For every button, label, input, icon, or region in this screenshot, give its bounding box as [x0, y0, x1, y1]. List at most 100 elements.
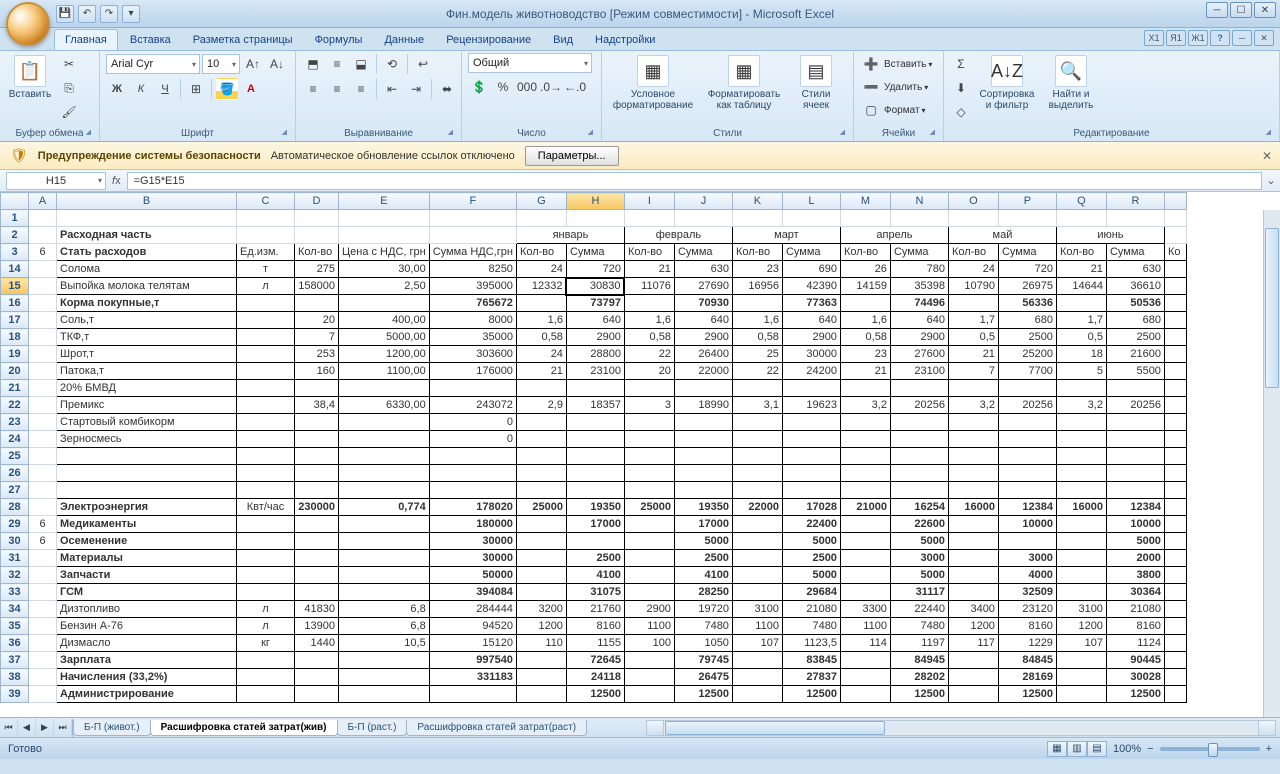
ribbon-g1-icon[interactable]: Ж1	[1188, 30, 1208, 46]
italic-icon[interactable]: К	[130, 78, 152, 100]
shrink-font-icon[interactable]: A↓	[266, 53, 288, 75]
page-layout-view-icon[interactable]: ▥	[1067, 741, 1087, 757]
sheet-tab[interactable]: Расшифровка статей затрат(раст)	[406, 720, 587, 736]
bold-icon[interactable]: Ж	[106, 78, 128, 100]
find-select-button[interactable]: 🔍Найти и выделить	[1042, 53, 1100, 113]
format-painter-icon[interactable]: 🖌	[58, 101, 80, 123]
formula-input[interactable]: =G15*E15	[127, 172, 1262, 190]
redo-icon[interactable]: ↷	[100, 5, 118, 23]
group-align: Выравнивание	[302, 126, 455, 141]
help-icon[interactable]: ?	[1210, 30, 1230, 46]
cut-icon[interactable]: ✂	[58, 53, 80, 75]
minimize-button[interactable]: ─	[1206, 2, 1228, 18]
copy-icon[interactable]: ⎘	[58, 77, 80, 99]
security-message: Автоматическое обновление ссылок отключе…	[271, 150, 515, 162]
fx-icon[interactable]: fx	[112, 175, 121, 187]
first-sheet-icon[interactable]: ⏮	[0, 719, 18, 737]
ribbon-tab[interactable]: Разметка страницы	[183, 30, 303, 50]
ribbon-tab[interactable]: Формулы	[305, 30, 373, 50]
align-right-icon[interactable]: ≡	[350, 78, 372, 100]
horizontal-scrollbar[interactable]	[646, 720, 1276, 736]
minimize-ribbon-icon[interactable]: ─	[1232, 30, 1252, 46]
ribbon-tab[interactable]: Данные	[374, 30, 434, 50]
font-size-combo[interactable]: 10	[202, 54, 240, 74]
conditional-formatting-button[interactable]: ▦Условное форматирование	[608, 53, 698, 113]
sheet-tab[interactable]: Б-П (живот.)	[73, 720, 151, 736]
normal-view-icon[interactable]: ▦	[1047, 741, 1067, 757]
fill-color-icon[interactable]: 🪣	[216, 78, 238, 100]
expand-formula-icon[interactable]: ⌄	[1262, 174, 1280, 187]
zoom-slider[interactable]	[1160, 747, 1260, 751]
group-styles: Стили	[608, 126, 847, 141]
insert-cells-button[interactable]: ➕Вставить▾	[860, 53, 932, 75]
formula-bar: H15 fx =G15*E15 ⌄	[0, 170, 1280, 192]
maximize-button[interactable]: ☐	[1230, 2, 1252, 18]
office-button[interactable]	[6, 2, 50, 46]
currency-icon[interactable]: 💲	[468, 76, 490, 98]
zoom-out-icon[interactable]: −	[1147, 743, 1153, 755]
clipboard-icon: 📋	[14, 55, 46, 87]
format-as-table-button[interactable]: ▦Форматировать как таблицу	[702, 53, 786, 113]
close-workbook-icon[interactable]: ✕	[1254, 30, 1274, 46]
security-options-button[interactable]: Параметры...	[525, 146, 619, 166]
align-left-icon[interactable]: ≡	[302, 78, 324, 100]
delete-cells-button[interactable]: ➖Удалить▾	[860, 76, 928, 98]
number-format-combo[interactable]: Общий	[468, 53, 592, 73]
ribbon-tab[interactable]: Главная	[54, 29, 118, 50]
decrease-indent-icon[interactable]: ⇤	[381, 78, 403, 100]
align-bottom-icon[interactable]: ⬓	[350, 53, 372, 75]
sheet-tab[interactable]: Б-П (раст.)	[337, 720, 408, 736]
group-font: Шрифт	[106, 126, 289, 141]
increase-decimal-icon[interactable]: .0→	[540, 76, 562, 98]
orientation-icon[interactable]: ⟲	[381, 53, 403, 75]
sort-filter-button[interactable]: A↓ZСортировка и фильтр	[976, 53, 1038, 113]
ribbon-x1-icon[interactable]: X1	[1144, 30, 1164, 46]
zoom-in-icon[interactable]: +	[1266, 743, 1272, 755]
cell-styles-button[interactable]: ▤Стили ячеек	[790, 53, 842, 113]
page-break-view-icon[interactable]: ▤	[1087, 741, 1107, 757]
prev-sheet-icon[interactable]: ◀	[18, 719, 36, 737]
format-cells-button[interactable]: ▢Формат▾	[860, 99, 926, 121]
zoom-level[interactable]: 100%	[1113, 743, 1141, 755]
vertical-scrollbar[interactable]	[1263, 210, 1280, 717]
merge-icon[interactable]: ⬌	[436, 78, 458, 100]
window-title: Фин.модель животноводство [Режим совмест…	[446, 7, 834, 21]
autosum-icon[interactable]: Σ	[950, 53, 972, 75]
border-icon[interactable]: ⊞	[185, 78, 207, 100]
grow-font-icon[interactable]: A↑	[242, 53, 264, 75]
ribbon-tab[interactable]: Надстройки	[585, 30, 665, 50]
security-close-icon[interactable]: ✕	[1262, 149, 1272, 163]
sheet-tab[interactable]: Расшифровка статей затрат(жив)	[150, 720, 338, 736]
next-sheet-icon[interactable]: ▶	[36, 719, 54, 737]
save-icon[interactable]: 💾	[56, 5, 74, 23]
align-middle-icon[interactable]: ≡	[326, 53, 348, 75]
wrap-text-icon[interactable]: ↩	[412, 53, 434, 75]
close-button[interactable]: ✕	[1254, 2, 1276, 18]
ribbon-y1-icon[interactable]: Я1	[1166, 30, 1186, 46]
paste-button[interactable]: 📋 Вставить	[6, 53, 54, 102]
clear-icon[interactable]: ◇	[950, 101, 972, 123]
font-color-icon[interactable]: A	[240, 78, 262, 100]
ribbon-tab[interactable]: Рецензирование	[436, 30, 541, 50]
comma-icon[interactable]: 000	[516, 76, 538, 98]
group-number: Число	[468, 126, 595, 141]
security-label: Предупреждение системы безопасности	[38, 150, 261, 162]
font-name-combo[interactable]: Arial Cyr	[106, 54, 200, 74]
status-bar: Готово ▦ ▥ ▤ 100% − +	[0, 737, 1280, 759]
qat-more-icon[interactable]: ▾	[122, 5, 140, 23]
format-icon: ▢	[860, 99, 882, 121]
decrease-decimal-icon[interactable]: ←.0	[564, 76, 586, 98]
undo-icon[interactable]: ↶	[78, 5, 96, 23]
underline-icon[interactable]: Ч	[154, 78, 176, 100]
ribbon-tab[interactable]: Вставка	[120, 30, 181, 50]
percent-icon[interactable]: %	[492, 76, 514, 98]
last-sheet-icon[interactable]: ⏭	[54, 719, 72, 737]
ribbon-tab[interactable]: Вид	[543, 30, 583, 50]
align-top-icon[interactable]: ⬒	[302, 53, 324, 75]
increase-indent-icon[interactable]: ⇥	[405, 78, 427, 100]
worksheet-grid[interactable]: ABCDEFGHIJKLMNOPQR12Расходная частьянвар…	[0, 192, 1280, 717]
align-center-icon[interactable]: ≡	[326, 78, 348, 100]
delete-icon: ➖	[860, 76, 882, 98]
name-box[interactable]: H15	[6, 172, 106, 190]
fill-icon[interactable]: ⬇	[950, 77, 972, 99]
